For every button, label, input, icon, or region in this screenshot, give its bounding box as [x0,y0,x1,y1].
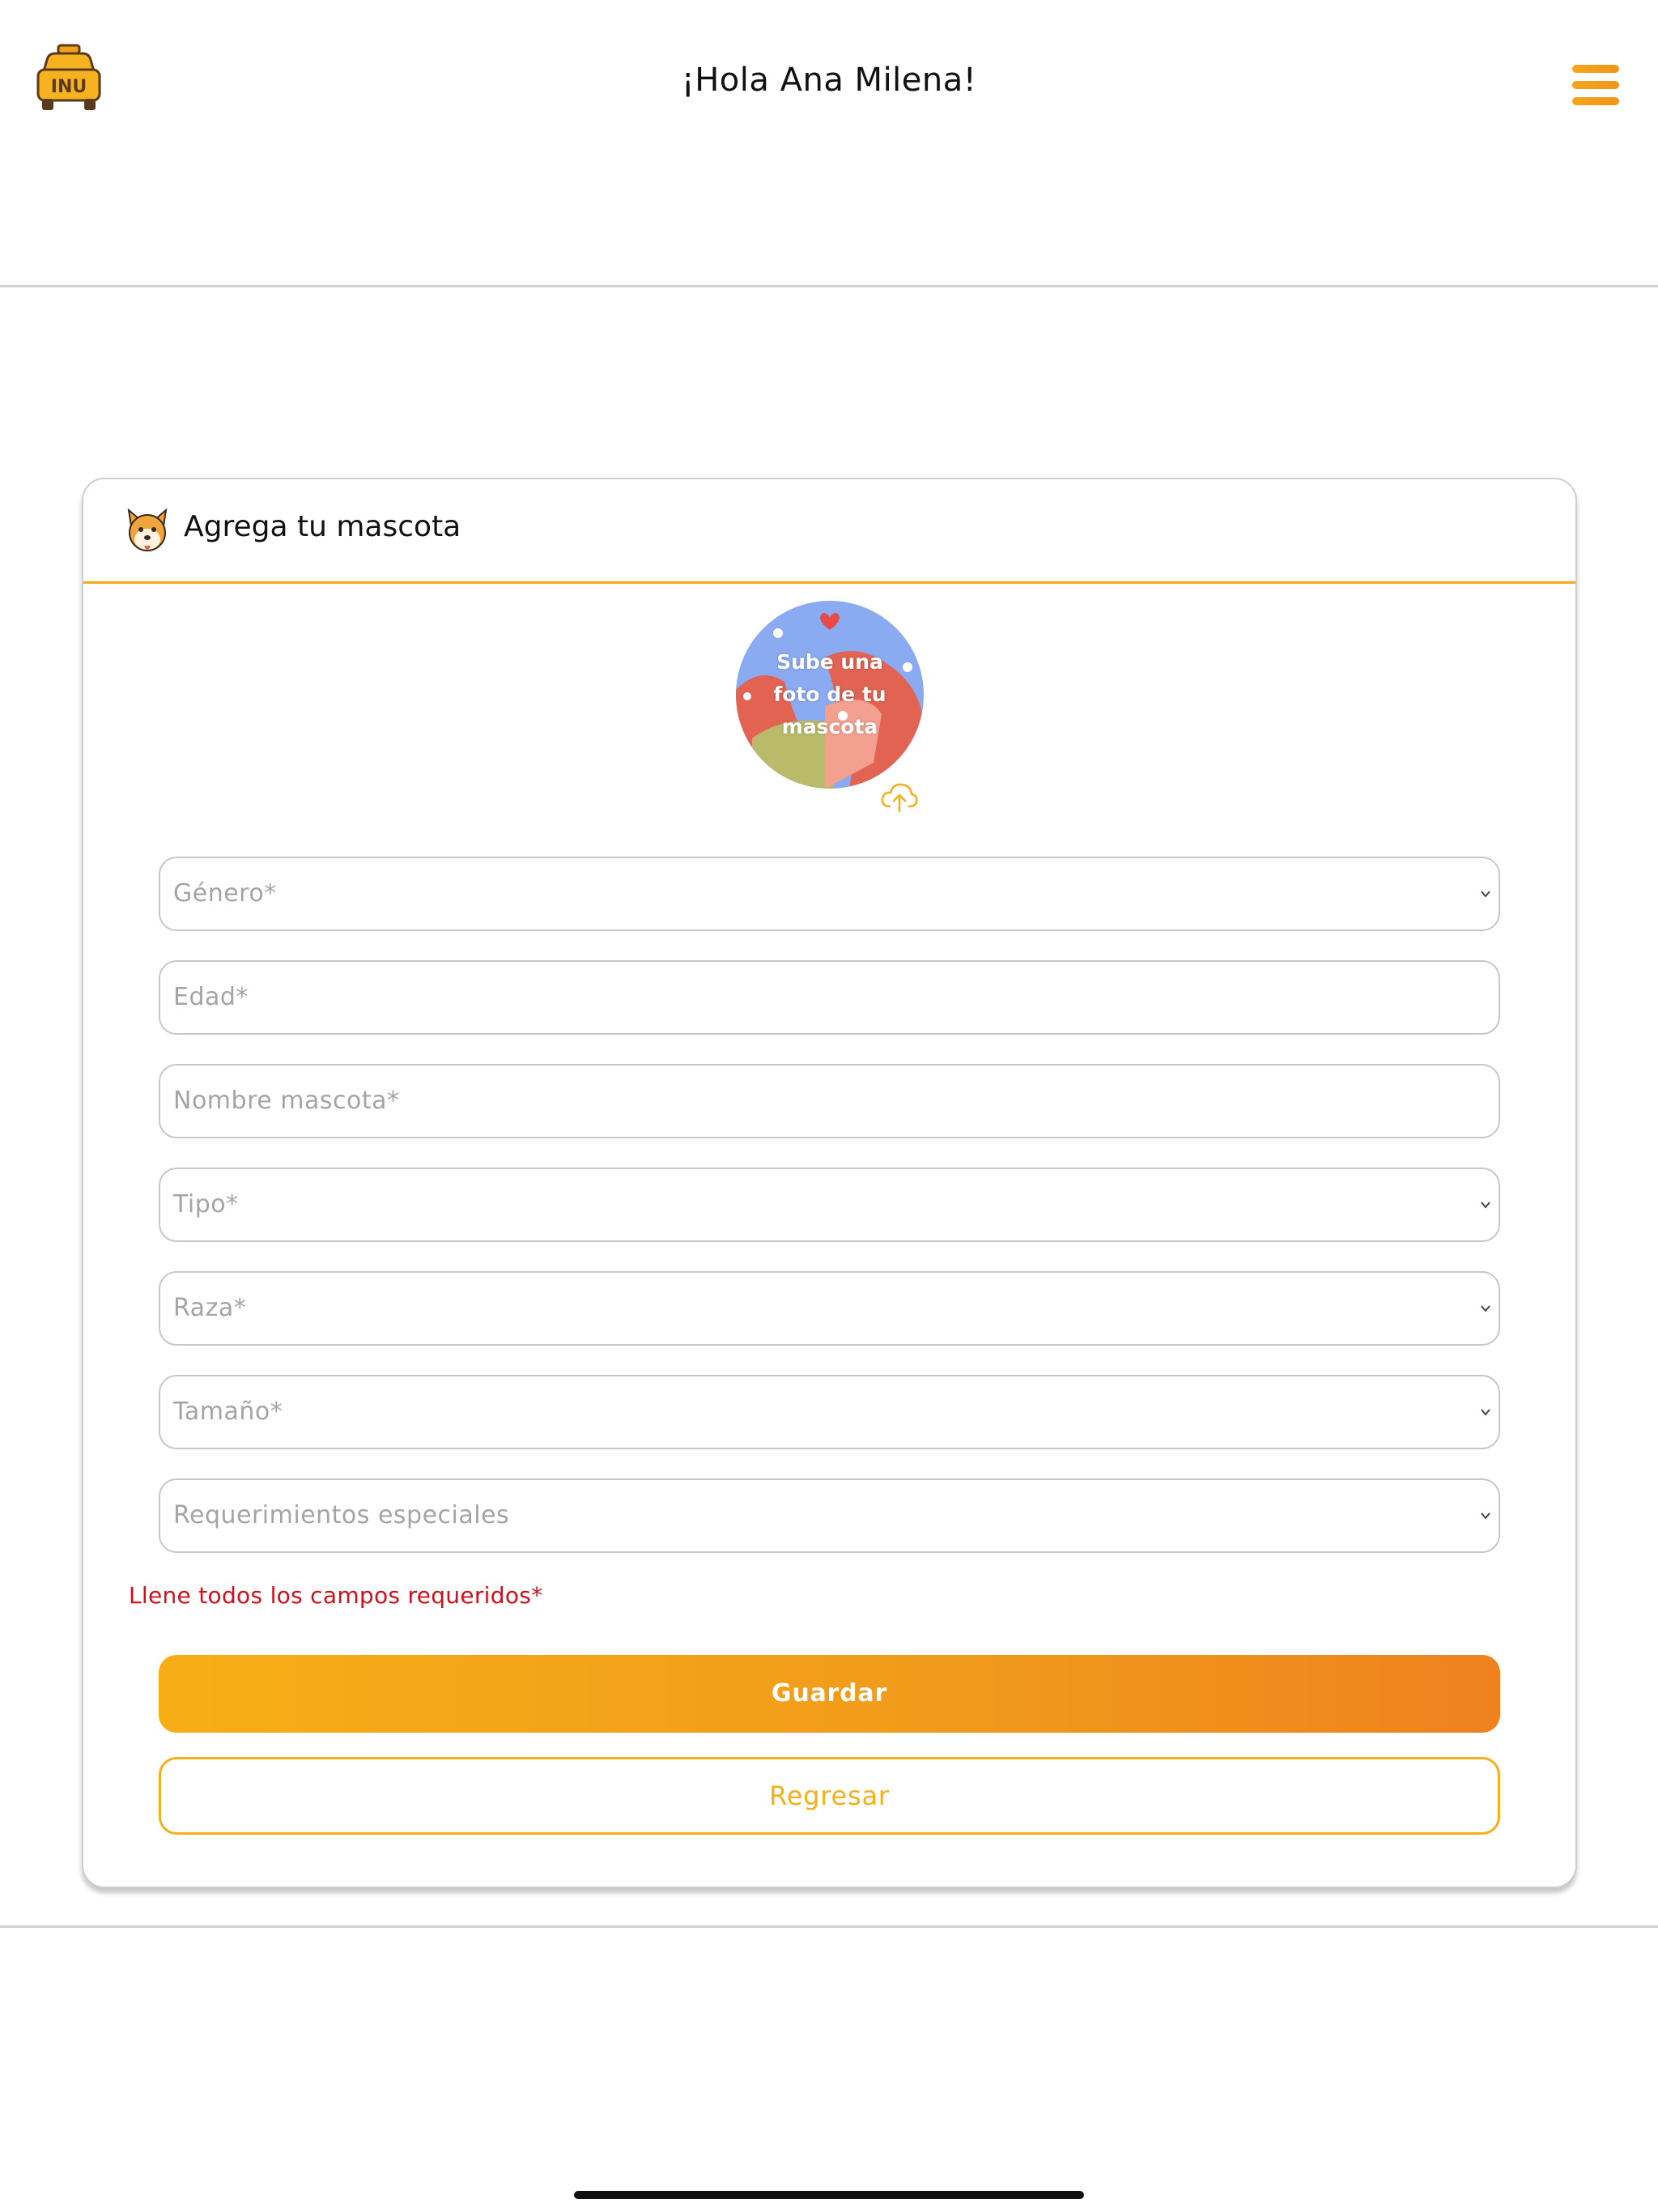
pet-name-placeholder: Nombre mascota* [173,1087,400,1115]
greeting-title: ¡Hola Ana Milena! [681,62,977,99]
card-header: Agrega tu mascota [83,479,1575,584]
pet-photo-upload[interactable]: Sube una foto de tu mascota [736,601,924,789]
add-pet-card: Agrega tu mascota Sube una foto de tu ma… [82,478,1577,1888]
age-input[interactable]: Edad* [159,960,1500,1035]
home-indicator[interactable] [574,2191,1084,2199]
footer-divider [0,1925,1658,1928]
age-placeholder: Edad* [173,983,249,1011]
chevron-down-icon [1481,891,1490,898]
pet-name-input[interactable]: Nombre mascota* [159,1064,1500,1138]
back-button[interactable]: Regresar [159,1757,1500,1835]
type-placeholder: Tipo* [173,1190,239,1219]
breed-select[interactable]: Raza* [159,1271,1500,1346]
gender-placeholder: Género* [173,879,277,908]
type-select[interactable]: Tipo* [159,1168,1500,1242]
cloud-upload-icon[interactable] [880,779,919,815]
hamburger-menu-icon[interactable] [1572,65,1619,107]
card-title: Agrega tu mascota [184,510,461,543]
photo-upload-prompt: Sube una foto de tu mascota [773,650,886,738]
chevron-down-icon [1481,1202,1490,1209]
app-header: INU ¡Hola Ana Milena! [0,0,1658,287]
page: INU ¡Hola Ana Milena! Agrega tu mascota [0,0,1658,2212]
chevron-down-icon [1481,1409,1490,1416]
chevron-down-icon [1481,1305,1490,1312]
special-requirements-placeholder: Requerimientos especiales [173,1501,510,1529]
size-select[interactable]: Tamaño* [159,1375,1500,1449]
chevron-down-icon [1481,1512,1490,1520]
dog-face-icon [127,508,168,551]
required-fields-error: Llene todos los campos requeridos* [129,1582,543,1609]
save-button[interactable]: Guardar [159,1655,1500,1733]
gender-select[interactable]: Género* [159,857,1500,931]
special-requirements-select[interactable]: Requerimientos especiales [159,1478,1500,1553]
size-placeholder: Tamaño* [173,1397,283,1426]
breed-placeholder: Raza* [173,1294,247,1322]
